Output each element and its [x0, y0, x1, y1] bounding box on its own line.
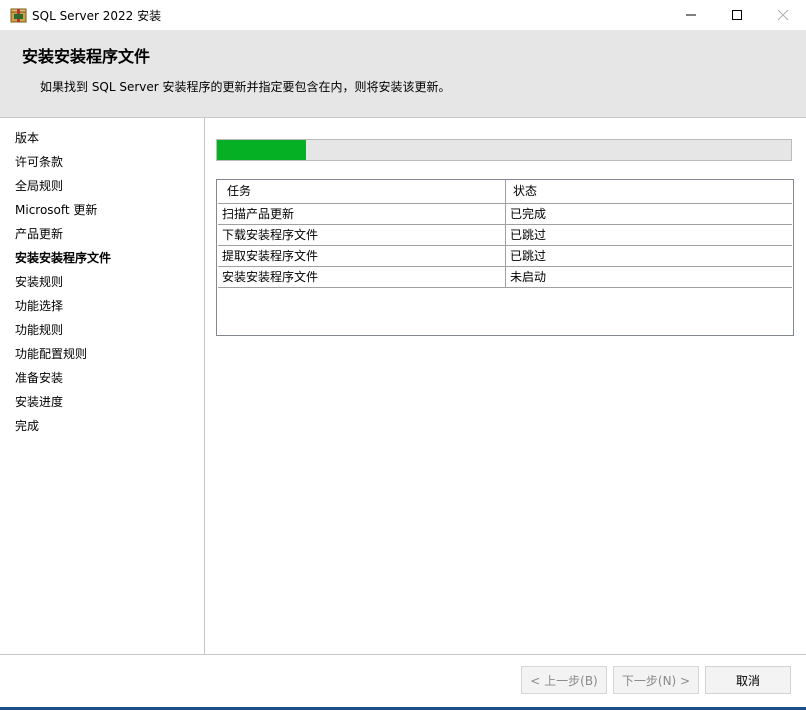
task-cell: 扫描产品更新 — [218, 204, 506, 224]
sidebar-item-install-progress[interactable]: 安装进度 — [15, 394, 63, 410]
minimize-button-2[interactable] — [668, 0, 714, 30]
window-title: SQL Server 2022 安装 — [32, 9, 162, 23]
sidebar-item-product-updates[interactable]: 产品更新 — [15, 226, 63, 242]
sidebar-item-install-setup-files[interactable]: 安装安装程序文件 — [15, 250, 111, 266]
back-button[interactable]: < 上一步(B) — [521, 666, 607, 694]
table-row[interactable]: 提取安装程序文件 已跳过 — [218, 246, 792, 267]
sidebar-item-feature-rules[interactable]: 功能规则 — [15, 322, 63, 338]
table-header-row: 任务 状态 — [218, 180, 792, 204]
minimize-icon — [685, 9, 697, 21]
sidebar-item-global-rules[interactable]: 全局规则 — [15, 178, 63, 194]
task-cell: 提取安装程序文件 — [218, 246, 506, 266]
page-title: 安装安装程序文件 — [22, 47, 151, 66]
progress-bar — [216, 139, 792, 161]
sidebar-item-edition[interactable]: 版本 — [15, 130, 39, 146]
status-cell: 已跳过 — [510, 228, 547, 242]
wizard-footer: < 上一步(B) 下一步(N) > 取消 — [0, 654, 806, 711]
sidebar-item-feature-config-rules[interactable]: 功能配置规则 — [15, 346, 87, 362]
step-sidebar: 版本 许可条款 全局规则 Microsoft 更新 产品更新 安装安装程序文件 … — [0, 118, 205, 654]
column-header-status[interactable]: 状态 — [506, 180, 792, 203]
status-cell: 未启动 — [510, 270, 547, 284]
sql-server-setup-icon — [10, 6, 27, 23]
maximize-icon — [731, 9, 743, 21]
status-cell: 已跳过 — [510, 249, 547, 263]
column-header-task[interactable]: 任务 — [218, 180, 506, 203]
page-subtitle: 如果找到 SQL Server 安装程序的更新并指定要包含在内，则将安装该更新。 — [40, 80, 451, 94]
task-cell: 安装安装程序文件 — [218, 267, 506, 287]
cancel-button[interactable]: 取消 — [705, 666, 791, 694]
status-cell: 已完成 — [510, 207, 547, 221]
table-row[interactable]: 下载安装程序文件 已跳过 — [218, 225, 792, 246]
table-row[interactable]: 安装安装程序文件 未启动 — [218, 267, 792, 288]
sidebar-item-license-terms[interactable]: 许可条款 — [15, 154, 63, 170]
next-button[interactable]: 下一步(N) > — [613, 666, 699, 694]
table-row[interactable]: 扫描产品更新 已完成 — [218, 204, 792, 225]
main-content: 任务 状态 扫描产品更新 已完成 下载安装程序文件 已跳过 提取安装程序文件 已… — [205, 118, 806, 654]
sidebar-item-ready-to-install[interactable]: 准备安装 — [15, 370, 63, 386]
close-button[interactable] — [760, 0, 806, 30]
sidebar-item-feature-selection[interactable]: 功能选择 — [15, 298, 63, 314]
sidebar-item-install-rules[interactable]: 安装规则 — [15, 274, 63, 290]
progress-fill — [217, 140, 306, 160]
page-header: 安装安装程序文件 如果找到 SQL Server 安装程序的更新并指定要包含在内… — [0, 30, 806, 118]
maximize-button[interactable] — [714, 0, 760, 30]
task-table: 任务 状态 扫描产品更新 已完成 下载安装程序文件 已跳过 提取安装程序文件 已… — [216, 179, 794, 336]
close-icon — [777, 9, 789, 21]
sidebar-item-complete[interactable]: 完成 — [15, 418, 39, 434]
title-bar: SQL Server 2022 安装 — [0, 0, 806, 30]
task-cell: 下载安装程序文件 — [218, 225, 506, 245]
sidebar-item-microsoft-update[interactable]: Microsoft 更新 — [15, 202, 97, 218]
